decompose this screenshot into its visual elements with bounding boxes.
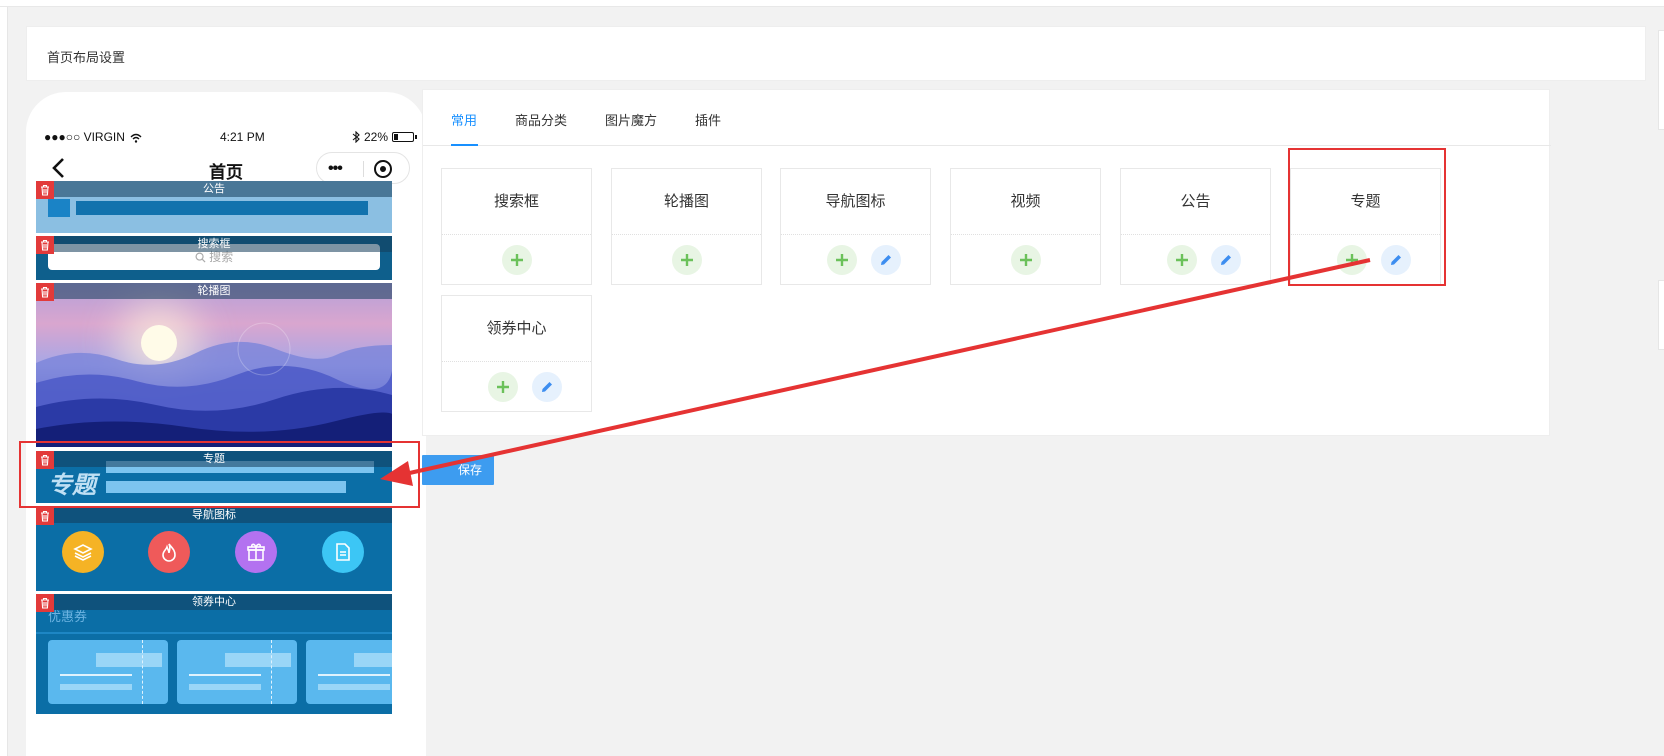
coupon-ticket: [48, 640, 168, 704]
add-component-button[interactable]: [1011, 245, 1041, 275]
edit-component-button[interactable]: [532, 372, 562, 402]
module-nav-icons[interactable]: 导航图标: [36, 507, 392, 591]
document-icon: [322, 531, 364, 573]
add-component-button[interactable]: [1167, 245, 1197, 275]
right-edge-tab[interactable]: [1658, 280, 1664, 350]
component-card-name: 公告: [1121, 169, 1270, 235]
module-label: 搜索框: [36, 236, 392, 252]
add-component-button[interactable]: [488, 372, 518, 402]
tab-goods-category[interactable]: 商品分类: [515, 110, 567, 129]
coupon-ticket: [306, 640, 392, 704]
trash-icon[interactable]: [36, 451, 54, 469]
more-dots-icon[interactable]: •••: [328, 160, 343, 178]
trash-icon[interactable]: [36, 236, 54, 254]
search-icon: [195, 252, 206, 263]
status-bar: ●●●○○ VIRGIN 4:21 PM 22%: [44, 130, 417, 146]
tab-image-cube[interactable]: 图片魔方: [605, 110, 657, 129]
edit-component-button[interactable]: [871, 245, 901, 275]
mini-capsule: •••: [316, 152, 410, 184]
module-label: 公告: [36, 181, 392, 197]
module-carousel[interactable]: 轮播图: [36, 283, 392, 447]
notice-icon-block: [48, 199, 70, 217]
component-card: 轮播图: [611, 168, 762, 285]
tab-common[interactable]: 常用: [451, 110, 477, 129]
status-right: 22%: [352, 130, 417, 144]
carrier-label: ●●●○○ VIRGIN: [44, 130, 142, 144]
header-card: 首页布局设置: [26, 26, 1646, 81]
component-card: 搜索框: [441, 168, 592, 285]
battery-percent: 22%: [363, 130, 388, 144]
add-component-button[interactable]: [827, 245, 857, 275]
trash-icon[interactable]: [36, 507, 54, 525]
component-card: 公告: [1120, 168, 1271, 285]
module-search[interactable]: 搜索 搜索框: [36, 236, 392, 280]
annotation-highlight-special-module: [19, 441, 420, 508]
add-component-button[interactable]: [502, 245, 532, 275]
module-label: 轮播图: [36, 283, 392, 299]
module-label: 导航图标: [36, 507, 392, 523]
module-coupon[interactable]: 优惠券 领券中心: [36, 594, 392, 714]
component-card-name: 导航图标: [781, 169, 930, 235]
component-card-name: 视频: [951, 169, 1100, 235]
phone-preview: ●●●○○ VIRGIN 4:21 PM 22% 首页 ••• 公告 搜索 搜索…: [26, 92, 426, 756]
coupon-divider: [36, 632, 392, 634]
coupon-ticket: [177, 640, 297, 704]
active-tab-indicator: [451, 144, 478, 146]
add-component-button[interactable]: [672, 245, 702, 275]
save-button[interactable]: 保存: [422, 455, 494, 485]
component-card-name: 轮播图: [612, 169, 761, 235]
component-card-name: 搜索框: [442, 169, 591, 235]
page-title: 首页布局设置: [47, 50, 126, 65]
status-time: 4:21 PM: [220, 130, 265, 144]
bluetooth-icon: [352, 131, 360, 143]
annotation-highlight-special-card: [1288, 148, 1446, 286]
component-tabs: 常用 商品分类 图片魔方 插件: [423, 90, 1551, 146]
left-sidebar-edge: [0, 7, 8, 756]
component-card: 视频: [950, 168, 1101, 285]
wifi-icon: [130, 133, 142, 143]
layers-icon: [62, 531, 104, 573]
trash-icon[interactable]: [36, 283, 54, 301]
component-card: 领券中心: [441, 295, 592, 412]
component-card: 导航图标: [780, 168, 931, 285]
module-notice[interactable]: 公告: [36, 181, 392, 233]
edit-component-button[interactable]: [1211, 245, 1241, 275]
top-bar: [0, 0, 1664, 7]
component-card-name: 领券中心: [442, 296, 591, 362]
fire-icon: [148, 531, 190, 573]
trash-icon[interactable]: [36, 594, 54, 612]
trash-icon[interactable]: [36, 181, 54, 199]
battery-icon: [392, 132, 417, 142]
banner-mountains: [36, 322, 392, 447]
close-target-icon[interactable]: [374, 160, 392, 178]
notice-text-placeholder: [76, 201, 368, 215]
right-edge-tab[interactable]: [1658, 30, 1664, 130]
gift-icon: [235, 531, 277, 573]
module-label: 领券中心: [36, 594, 392, 610]
tab-plugins[interactable]: 插件: [695, 110, 721, 129]
